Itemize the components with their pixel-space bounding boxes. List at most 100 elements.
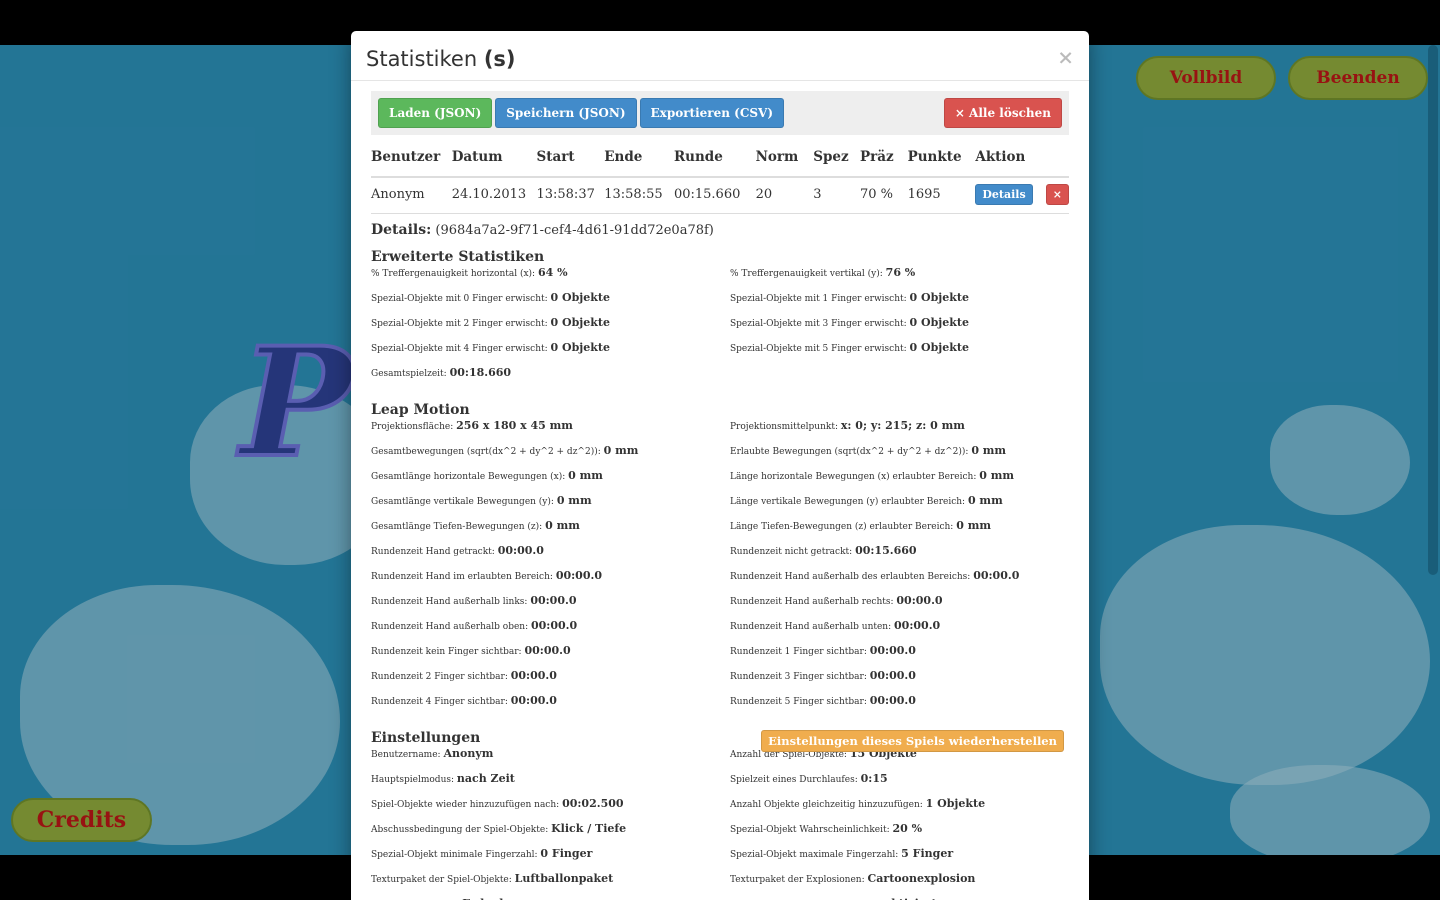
stat-label: Spezial-Objekte mit 3 Finger erwischt: [730, 319, 907, 329]
stat-value: 20 % [892, 822, 923, 835]
stat-item: Rundenzeit 5 Finger sichtbar: 00:00.0 [730, 694, 1069, 719]
stat-value: 00:00.0 [973, 569, 1020, 582]
stat-value: 0 mm [956, 519, 991, 532]
column-header: Runde [673, 149, 756, 178]
delete-all-button[interactable]: × Alle löschen [943, 98, 1062, 128]
stat-label: Projektionsmittelpunkt: [730, 422, 838, 432]
stat-label: Rundenzeit Hand außerhalb rechts: [730, 597, 894, 607]
stat-item: Rundenzeit Hand außerhalb oben: 00:00.0 [371, 619, 730, 644]
stat-value: 0 Objekte [909, 291, 969, 304]
stat-item: Anzahl Objekte gleichzeitig hinzuzufügen… [730, 797, 1069, 822]
stat-value: 00:00.0 [510, 694, 557, 707]
cell-norm: 20 [755, 177, 814, 214]
restore-settings-button[interactable]: Einstellungen dieses Spiels wiederherste… [761, 730, 1064, 752]
statistics-modal: Statistiken (s) × Laden (JSON) Speichern… [351, 31, 1089, 900]
export-csv-button[interactable]: Exportieren (CSV) [639, 98, 785, 128]
stat-value: 00:00.0 [530, 594, 577, 607]
stat-item: % Treffergenauigkeit horizontal (x): 64 … [371, 266, 730, 291]
stat-item: Rundenzeit nicht getrackt: 00:15.660 [730, 544, 1069, 569]
modal-title-text: Statistiken [366, 47, 484, 71]
stat-item: Rundenzeit Hand im erlaubten Bereich: 00… [371, 569, 730, 594]
stat-item: Rundenzeit 2 Finger sichtbar: 00:00.0 [371, 669, 730, 694]
leap-motion-heading: Leap Motion [371, 402, 1069, 418]
stat-item: Spiel-Objekte wieder hinzuzufügen nach: … [371, 797, 730, 822]
stat-label: Rundenzeit 3 Finger sichtbar: [730, 672, 867, 682]
stat-label: Rundenzeit 2 Finger sichtbar: [371, 672, 508, 682]
stat-item: Gesamtbewegungen (sqrt(dx^2 + dy^2 + dz^… [371, 444, 730, 469]
column-header: Norm [755, 149, 814, 178]
stat-label: Spezial-Objekte mit 2 Finger erwischt: [371, 319, 548, 329]
column-header: Aktion [975, 149, 1069, 178]
stat-item: Gesamtlänge Tiefen-Bewegungen (z): 0 mm [371, 519, 730, 544]
stat-label: Spezial-Objekte mit 1 Finger erwischt: [730, 294, 907, 304]
cell-user: Anonym [371, 177, 452, 214]
stat-value: 5 Finger [901, 847, 954, 860]
stat-label: Rundenzeit 1 Finger sichtbar: [730, 647, 867, 657]
stat-label: Länge vertikale Bewegungen (y) erlaubter… [730, 497, 966, 507]
stat-label: Abschussbedingung der Spiel-Objekte: [371, 825, 549, 835]
leap-motion-heading-text: Leap Motion [371, 402, 470, 418]
leap-motion-grid: Projektionsfläche: 256 x 180 x 45 mm Proj… [371, 419, 1069, 719]
stat-label: Rundenzeit Hand außerhalb oben: [371, 622, 529, 632]
stat-item: % Treffergenauigkeit vertikal (y): 76 % [730, 266, 1069, 291]
details-heading: Details: (9684a7a2-9f71-cef4-4d61-91dd72… [371, 222, 1069, 238]
stat-item: Spezial-Objekt maximale Fingerzahl: 5 Fi… [730, 847, 1069, 872]
modal-body: Laden (JSON) Speichern (JSON) Exportiere… [351, 81, 1089, 900]
save-json-button[interactable]: Speichern (JSON) [495, 98, 637, 128]
stat-item: Spezial-Objekte mit 5 Finger erwischt: 0… [730, 341, 1069, 366]
stat-value: 0 mm [556, 494, 592, 507]
stat-item: Texturpaket der Spiel-Objekte: Luftballo… [371, 872, 730, 897]
table-header-row: Benutzer Datum Start Ende Runde Norm Spe… [371, 149, 1069, 178]
details-button[interactable]: Details [975, 184, 1033, 205]
stat-value: 0 Objekte [909, 316, 969, 329]
modal-header: Statistiken (s) × [351, 31, 1089, 81]
stat-item: Länge Tiefen-Bewegungen (z) erlaubter Be… [730, 519, 1069, 544]
stat-item: Rundenzeit Hand getrackt: 00:00.0 [371, 544, 730, 569]
stat-item: Gesamtlänge vertikale Bewegungen (y): 0 … [371, 494, 730, 519]
stat-value: 00:00.0 [530, 619, 578, 632]
stat-item: Erlaubte Bewegungen (sqrt(dx^2 + dy^2 + … [730, 444, 1069, 469]
cell-actions: Details × [975, 177, 1069, 214]
settings-grid: Benutzername: Anonym Anzahl der Spiel-Obj… [371, 747, 1069, 900]
stat-value: 0 Finger [540, 847, 593, 860]
stat-value: 00:00.0 [894, 619, 941, 632]
stat-label: Rundenzeit Hand außerhalb links: [371, 597, 528, 607]
load-json-button[interactable]: Laden (JSON) [378, 98, 493, 128]
stat-label: % Treffergenauigkeit horizontal (x): [371, 269, 536, 279]
stat-item: Rundenzeit Hand außerhalb unten: 00:00.0 [730, 619, 1069, 644]
stat-value: x: 0; y: 215; z: 0 mm [840, 419, 965, 432]
details-label: Details: [371, 222, 432, 238]
stat-item: Gesamtspielzeit: 00:18.660 [371, 366, 730, 391]
stat-item: Rundenzeit 4 Finger sichtbar: 00:00.0 [371, 694, 730, 719]
column-header: Punkte [907, 149, 976, 178]
stat-label: Spielzeit eines Durchlaufes: [730, 775, 858, 785]
table-row: Anonym 24.10.2013 13:58:37 13:58:55 00:1… [371, 177, 1069, 214]
stat-label: Rundenzeit 5 Finger sichtbar: [730, 697, 867, 707]
stat-value: 0 Objekte [909, 341, 969, 354]
stat-value: 256 x 180 x 45 mm [456, 419, 573, 432]
stat-label: Spezial-Objekte mit 5 Finger erwischt: [730, 344, 907, 354]
stat-item: Spielzeit eines Durchlaufes: 0:15 [730, 772, 1069, 797]
stat-label: Rundenzeit Hand außerhalb unten: [730, 622, 892, 632]
close-icon[interactable]: × [1057, 45, 1074, 69]
stat-value: 00:00.0 [555, 569, 602, 582]
toolbar: Laden (JSON) Speichern (JSON) Exportiere… [371, 91, 1069, 135]
settings-heading: Einstellungen Einstellungen dieses Spiel… [371, 730, 1069, 752]
cell-spez: 3 [813, 177, 860, 214]
stat-item: Länge vertikale Bewegungen (y) erlaubter… [730, 494, 1069, 519]
column-header: Präz [859, 149, 908, 178]
stat-value: 0 mm [568, 469, 603, 482]
stat-value: 0 mm [545, 519, 580, 532]
stat-value: 00:02.500 [562, 797, 624, 810]
stat-label: Länge horizontale Bewegungen (x) erlaubt… [730, 472, 977, 482]
delete-row-button[interactable]: × [1045, 184, 1069, 205]
cell-round: 00:15.660 [673, 177, 756, 214]
stat-item: Spezial-Objekte mit 2 Finger erwischt: 0… [371, 316, 730, 341]
stat-label: Rundenzeit nicht getrackt: [730, 547, 853, 557]
stat-value: 00:00.0 [896, 594, 943, 607]
stat-label: Länge Tiefen-Bewegungen (z) erlaubter Be… [730, 522, 954, 532]
stat-label: Erlaubte Bewegungen (sqrt(dx^2 + dy^2 + … [730, 447, 969, 457]
stat-item: Rundenzeit Hand außerhalb links: 00:00.0 [371, 594, 730, 619]
stat-label: Projektionsfläche: [371, 422, 454, 432]
stat-value: 0 Objekte [550, 291, 610, 304]
